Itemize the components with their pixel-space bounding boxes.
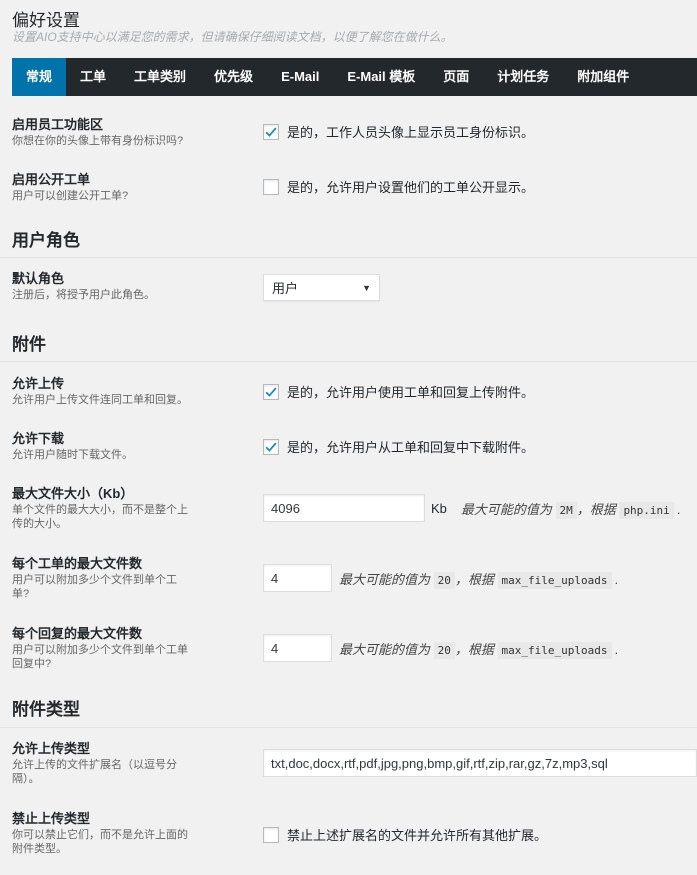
checkmark-icon	[265, 442, 277, 452]
checkmark-icon	[265, 387, 277, 397]
public-tickets-control: 是的，允许用户设置他们的工单公开显示。	[263, 177, 534, 196]
allow-upload-checkbox[interactable]	[263, 383, 279, 400]
setting-description-line: 传的大小。	[12, 518, 67, 530]
settings-tab-bar: 常规 工单 工单类别 优先级 E-Mail E-Mail 模板 页面 计划任务 …	[12, 58, 697, 96]
section-heading-attachment-types: 附件类型	[12, 700, 80, 719]
section-heading-attachments: 附件	[12, 335, 46, 354]
hint-text: .	[615, 641, 619, 657]
setting-description-line: 单?	[12, 588, 30, 600]
max-files-per-reply-input[interactable]: 4	[263, 634, 332, 662]
allowed-types-control: txt,doc,docx,rtf,pdf,jpg,png,bmp,gif,rtf…	[263, 749, 697, 777]
setting-label: 允许上传类型	[12, 741, 91, 756]
max-file-size-input[interactable]: 4096	[263, 494, 425, 522]
staff-badge-control: 是的，工作人员头像上显示员工身份标识。	[263, 122, 534, 141]
setting-description-line: 你可以禁止它们，而不是允许上面的	[12, 829, 188, 841]
setting-description-line: 单个文件的最大大小，而不是整个上	[12, 504, 188, 516]
max-files-per-ticket-input[interactable]: 4	[263, 564, 332, 592]
hint-value: 20	[433, 571, 455, 589]
checkmark-icon	[265, 127, 277, 137]
section-heading-user-roles: 用户角色	[12, 231, 80, 250]
checkbox-label[interactable]: 是的，允许用户从工单和回复中下载附件。	[287, 437, 534, 456]
checkbox-label[interactable]: 是的，允许用户设置他们的工单公开显示。	[287, 177, 534, 196]
divider	[0, 727, 697, 728]
max-per-reply-control: 4 最大可能的值为 20 ，根据 max_file_uploads .	[263, 634, 619, 662]
max-per-reply-hint: 最大可能的值为 20 ，根据 max_file_uploads .	[339, 639, 619, 659]
default-role-select[interactable]: 用户 ▼	[263, 274, 380, 301]
tab-pages[interactable]: 页面	[429, 58, 483, 96]
divider	[0, 361, 697, 362]
tab-priorities[interactable]: 优先级	[200, 58, 267, 96]
setting-description-line: 用户可以附加多少个文件到单个工单	[12, 644, 188, 656]
tab-scheduled-tasks[interactable]: 计划任务	[483, 58, 563, 96]
checkbox-label[interactable]: 禁止上述扩展名的文件并允许所有其他扩展。	[287, 825, 547, 844]
forbid-types-checkbox[interactable]	[263, 826, 279, 843]
hint-text: 最大可能的值为	[460, 501, 552, 517]
max-per-ticket-control: 4 最大可能的值为 20 ，根据 max_file_uploads .	[263, 564, 619, 592]
setting-label: 禁止上传类型	[12, 811, 91, 826]
hint-value: 2M	[555, 501, 577, 519]
hint-text: .	[615, 571, 619, 587]
max-file-size-control: 4096 Kb 最大可能的值为 2M ，根据 php.ini .	[263, 494, 681, 522]
hint-code: max_file_uploads	[497, 571, 612, 589]
forbid-types-control: 禁止上述扩展名的文件并允许所有其他扩展。	[263, 825, 547, 844]
setting-description-line: 隔）。	[12, 773, 40, 785]
allowed-types-input[interactable]: txt,doc,docx,rtf,pdf,jpg,png,bmp,gif,rtf…	[263, 749, 697, 777]
setting-description-line: 回复中?	[12, 658, 52, 670]
page-subtitle: 设置AIO支持中心以满足您的需求，但请确保仔细阅读文档，以便了解您在做什么。	[12, 30, 453, 44]
select-value: 用户	[272, 281, 299, 296]
setting-label: 最大文件大小（Kb）	[12, 486, 134, 501]
dropdown-arrow-icon: ▼	[362, 282, 371, 293]
hint-code: php.ini	[619, 501, 674, 519]
tab-addons[interactable]: 附加组件	[563, 58, 643, 96]
checkbox-label[interactable]: 是的，工作人员头像上显示员工身份标识。	[287, 122, 534, 141]
hint-text: ，根据	[454, 641, 494, 657]
divider	[0, 257, 697, 258]
setting-description-line: 用户可以附加多少个文件到单个工	[12, 574, 177, 586]
setting-description-line: 附件类型。	[12, 843, 67, 855]
hint-code: max_file_uploads	[497, 641, 612, 659]
hint-text: 最大可能的值为	[339, 571, 431, 587]
tab-general[interactable]: 常规	[12, 58, 67, 96]
staff-badge-checkbox[interactable]	[263, 123, 279, 140]
tab-email[interactable]: E-Mail	[267, 58, 333, 96]
max-size-hint: 最大可能的值为 2M ，根据 php.ini .	[460, 499, 682, 519]
hint-value: 20	[433, 641, 455, 659]
allow-upload-control: 是的，允许用户使用工单和回复上传附件。	[263, 382, 534, 401]
allow-download-checkbox[interactable]	[263, 438, 279, 455]
unit-label: Kb	[431, 500, 447, 516]
setting-label: 每个回复的最大文件数	[12, 626, 143, 641]
hint-text: ，根据	[576, 501, 616, 517]
allow-download-control: 是的，允许用户从工单和回复中下载附件。	[263, 437, 534, 456]
max-per-ticket-hint: 最大可能的值为 20 ，根据 max_file_uploads .	[339, 569, 619, 589]
checkbox-label[interactable]: 是的，允许用户使用工单和回复上传附件。	[287, 382, 534, 401]
hint-text: ，根据	[454, 571, 494, 587]
setting-allowed-types: 允许上传类型 允许上传的文件扩展名（以逗号分 隔）。	[12, 741, 212, 786]
setting-forbid-types: 禁止上传类型 你可以禁止它们，而不是允许上面的 附件类型。	[12, 811, 212, 856]
tab-email-templates[interactable]: E-Mail 模板	[333, 58, 429, 96]
setting-description-line: 允许上传的文件扩展名（以逗号分	[12, 759, 177, 771]
hint-text: .	[677, 501, 682, 517]
tab-tickets[interactable]: 工单	[66, 58, 120, 96]
setting-max-file-size: 最大文件大小（Kb） 单个文件的最大大小，而不是整个上 传的大小。	[12, 486, 212, 531]
setting-max-files-per-reply: 每个回复的最大文件数 用户可以附加多少个文件到单个工单 回复中?	[12, 626, 212, 671]
default-role-control: 用户 ▼	[263, 274, 380, 301]
hint-text: 最大可能的值为	[339, 641, 431, 657]
tab-ticket-categories[interactable]: 工单类别	[120, 58, 200, 96]
setting-max-files-per-ticket: 每个工单的最大文件数 用户可以附加多少个文件到单个工 单?	[12, 556, 212, 601]
public-tickets-checkbox[interactable]	[263, 178, 279, 195]
setting-label: 每个工单的最大文件数	[12, 556, 143, 571]
